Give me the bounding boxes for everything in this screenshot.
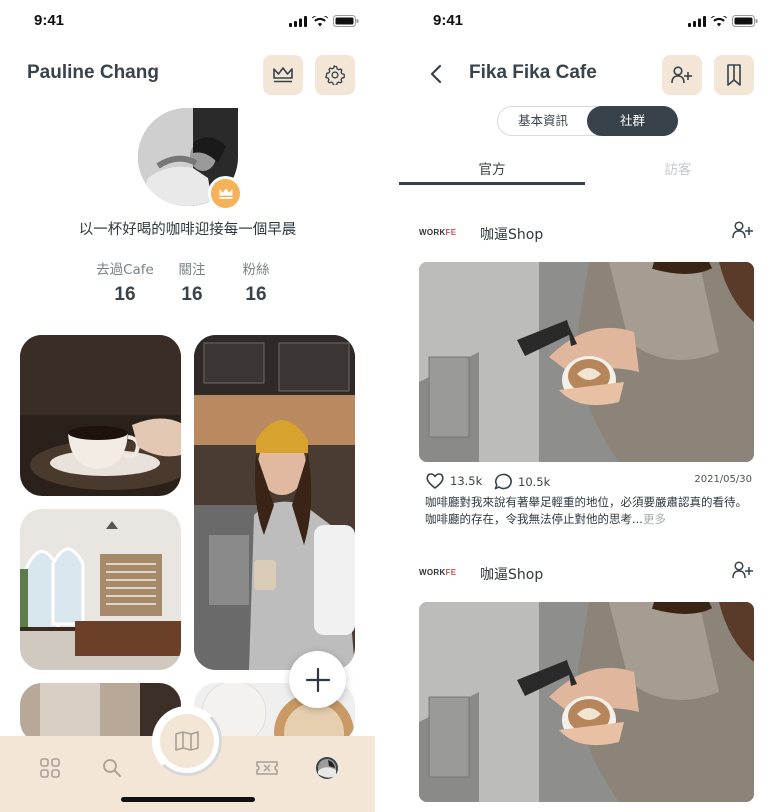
bookmark-icon [727, 64, 741, 86]
stat-value: 16 [114, 284, 136, 305]
follow-shop-button[interactable] [732, 221, 754, 243]
stat-value: 16 [181, 284, 203, 305]
segment-basic-info[interactable]: 基本資訊 [498, 107, 588, 135]
add-post-button[interactable] [289, 651, 346, 708]
follow-cafe-button[interactable] [662, 55, 702, 95]
post-image[interactable] [419, 602, 754, 802]
tab-home[interactable] [38, 756, 62, 780]
tab-official[interactable]: 官方 [399, 158, 585, 178]
follow-shop-button[interactable] [732, 561, 754, 583]
profile-screen: 9:41 Pauline Chang 以一杯好喝的咖啡迎接每一個早晨 去過Caf… [0, 0, 375, 812]
battery-icon [732, 15, 758, 27]
heart-icon [426, 473, 444, 489]
post-image[interactable] [419, 262, 754, 462]
bookmark-button[interactable] [714, 55, 754, 95]
crown-icon [219, 188, 232, 199]
profile-bio: 以一杯好喝的咖啡迎接每一個早晨 [78, 222, 297, 238]
post-caption: 咖啡廳對我來說有著舉足輕重的地位，必須要嚴肅認真的看待。咖啡廳的存在，令我無法停… [425, 494, 755, 528]
wifi-icon [711, 15, 727, 26]
home-indicator [121, 797, 255, 802]
profile-name: Pauline Chang [27, 62, 159, 83]
segmented-control: 基本資訊 社群 [497, 106, 678, 136]
status-time: 9:41 [433, 12, 464, 29]
battery-icon [333, 15, 359, 27]
stat-following[interactable]: 關注 16 [160, 258, 224, 306]
photo-tile[interactable] [20, 335, 181, 496]
caption-text: 咖啡廳對我來說有著舉足輕重的地位，必須要嚴肅認真的看待。咖啡廳的存在，令我無法停… [425, 495, 747, 526]
profile-stats: 去過Cafe 16 關注 16 粉絲 16 [90, 258, 288, 306]
signal-icon [289, 15, 307, 27]
comment-button[interactable]: 10.5k [494, 473, 550, 490]
comment-count: 10.5k [518, 474, 551, 489]
status-icons [289, 15, 359, 27]
stat-label: 關注 [178, 262, 206, 278]
tab-coupons[interactable] [255, 756, 279, 780]
crown-icon [273, 67, 293, 83]
photo-tile[interactable] [194, 335, 355, 670]
profile-avatar[interactable] [138, 108, 243, 211]
plus-icon [305, 667, 330, 692]
chevron-left-icon [430, 64, 442, 84]
logo-part: WORK [419, 568, 446, 577]
shop-name[interactable]: 咖逼Shop [480, 564, 543, 584]
tab-search[interactable] [100, 756, 124, 780]
membership-badge [208, 176, 243, 211]
stat-visited[interactable]: 去過Cafe 16 [90, 258, 160, 306]
shop-logo[interactable]: WORKFE [419, 568, 456, 577]
stat-value: 16 [245, 284, 267, 305]
ticket-icon [256, 761, 278, 775]
shop-logo[interactable]: WORKFE [419, 228, 456, 237]
status-icons [688, 15, 758, 27]
segment-community[interactable]: 社群 [587, 106, 678, 136]
like-button[interactable]: 13.5k [426, 473, 482, 489]
post-header: WORKFE 咖逼Shop [419, 561, 754, 585]
post-date: 2021/05/30 [694, 474, 752, 485]
avatar-icon [316, 757, 338, 779]
stat-followers[interactable]: 粉絲 16 [224, 258, 288, 306]
post-meta: 13.5k 10.5k 2021/05/30 [426, 470, 752, 490]
add-user-icon [671, 66, 692, 84]
tab-visitor[interactable]: 訪客 [585, 158, 771, 178]
tab-map[interactable] [152, 706, 222, 776]
shop-name[interactable]: 咖逼Shop [480, 224, 543, 244]
page-title: Fika Fika Cafe [469, 62, 597, 83]
add-user-icon [732, 221, 753, 239]
stat-label: 去過Cafe [96, 262, 154, 278]
search-icon [103, 759, 121, 777]
back-button[interactable] [429, 64, 443, 88]
logo-part: FE [445, 228, 457, 237]
status-time: 9:41 [34, 12, 65, 29]
signal-icon [688, 15, 706, 27]
logo-part: FE [445, 568, 457, 577]
read-more-link[interactable]: 更多 [643, 512, 666, 526]
grid-icon [40, 758, 60, 778]
stat-label: 粉絲 [242, 262, 270, 278]
add-user-icon [732, 561, 753, 579]
logo-part: WORK [419, 228, 446, 237]
cafe-community-screen: 9:41 Fika Fika Cafe 基本資訊 社群 官方 訪客 WORKFE… [399, 0, 774, 812]
tab-indicator [399, 182, 585, 185]
map-icon [175, 731, 199, 751]
wifi-icon [312, 15, 328, 26]
post-header: WORKFE 咖逼Shop [419, 221, 754, 245]
photo-tile[interactable] [20, 509, 181, 670]
map-tab-inner [160, 714, 214, 768]
tab-profile[interactable] [315, 756, 339, 780]
like-count: 13.5k [450, 474, 483, 488]
gear-icon [325, 65, 345, 85]
settings-button[interactable] [315, 55, 355, 95]
comment-icon [494, 473, 512, 490]
membership-button[interactable] [263, 55, 303, 95]
